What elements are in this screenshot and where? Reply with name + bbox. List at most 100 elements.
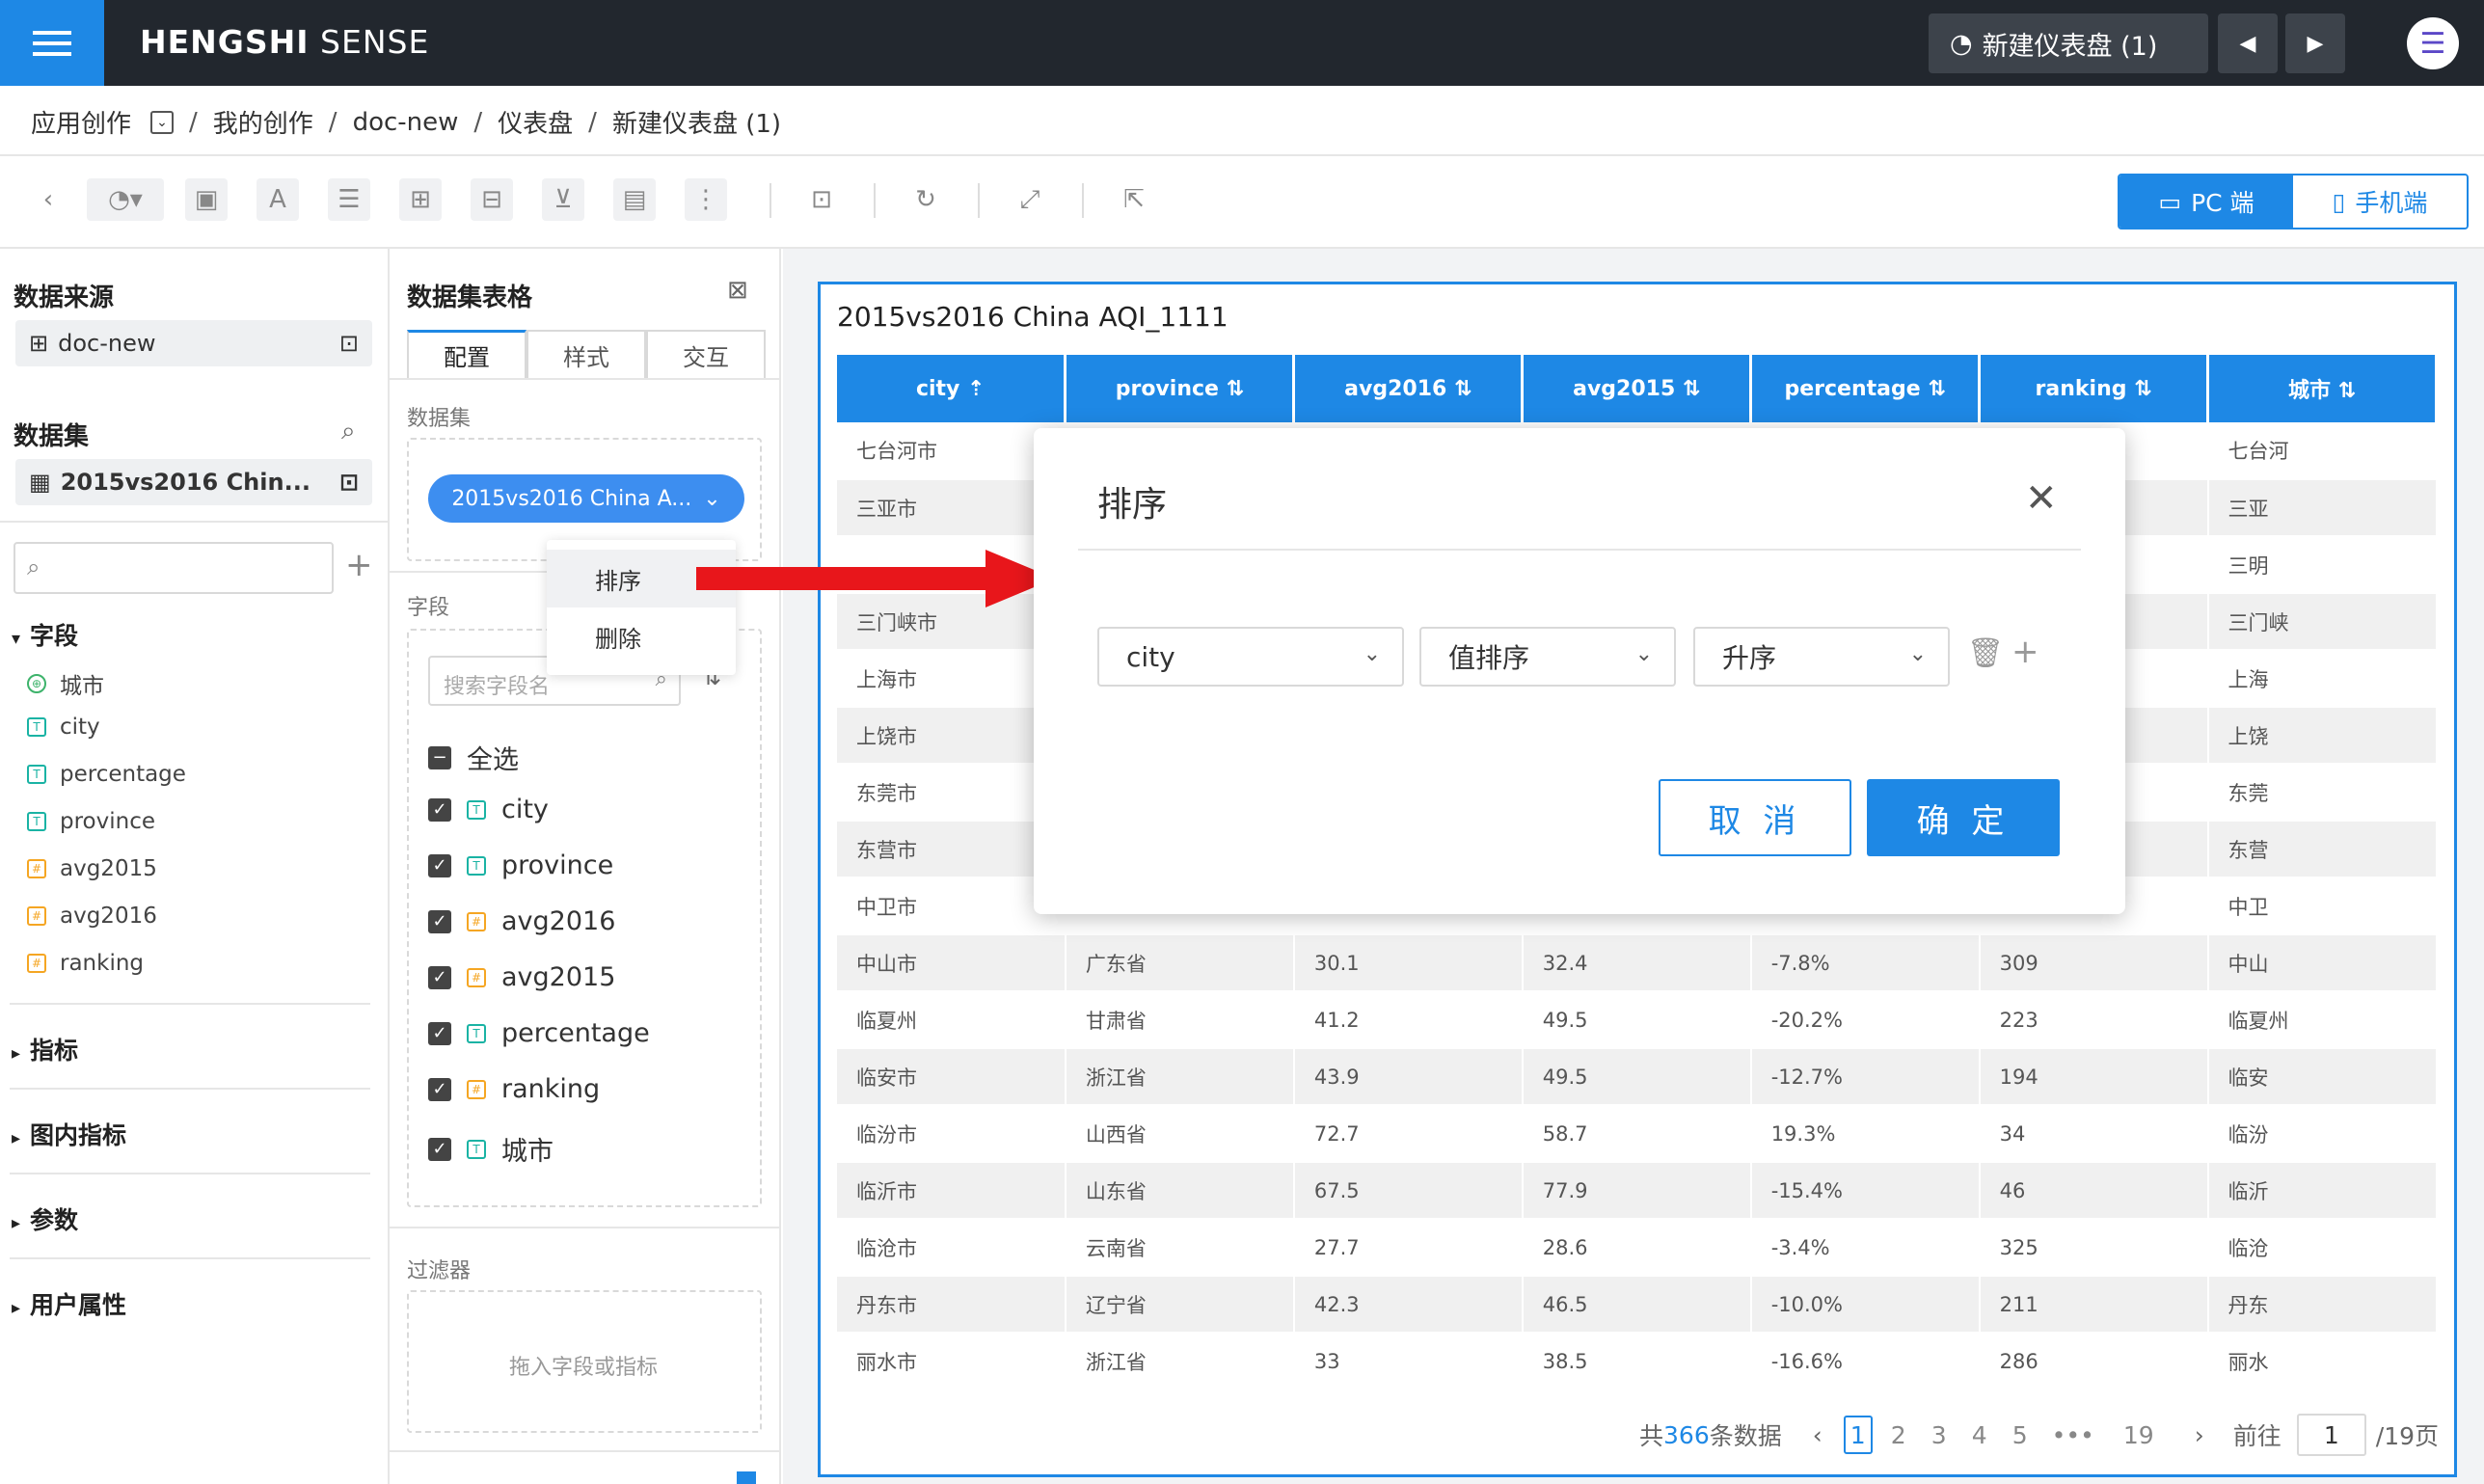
chart-add-icon[interactable]: ◔▾: [87, 178, 164, 221]
prev-dashboard-button[interactable]: ◀: [2218, 13, 2278, 73]
sort-icon[interactable]: ⇅: [2331, 379, 2356, 403]
search-icon[interactable]: ⌕: [341, 417, 356, 446]
phone-icon: ▯: [2332, 187, 2346, 216]
field-search-input[interactable]: ⌕: [14, 542, 334, 594]
select-all-checkbox[interactable]: − 全选: [428, 739, 519, 776]
column-header[interactable]: city ⇡: [837, 355, 1067, 422]
field-item[interactable]: Tprovince: [27, 809, 155, 834]
fields-group[interactable]: ▾ 字段: [12, 617, 78, 652]
open-icon[interactable]: ⊡: [339, 330, 359, 357]
breadcrumb-dashboards[interactable]: 仪表盘: [498, 104, 573, 140]
page-button[interactable]: 5: [2006, 1416, 2035, 1454]
image-icon[interactable]: ▣: [185, 178, 228, 221]
refresh-icon[interactable]: ↻: [904, 178, 947, 221]
pc-view-button[interactable]: ▭ PC 端: [2120, 175, 2293, 228]
present-icon[interactable]: ⊡: [800, 178, 843, 221]
filter-icon[interactable]: ⊻: [542, 178, 584, 221]
goto-page-input[interactable]: 1: [2296, 1414, 2366, 1456]
filter-label: 过滤器: [407, 1259, 472, 1283]
table-cell: 临沧: [2207, 1219, 2438, 1277]
excel-icon[interactable]: ⊠: [727, 276, 748, 305]
field-item[interactable]: # ranking: [27, 951, 144, 976]
page-button[interactable]: 2: [1884, 1416, 1913, 1454]
text-field-icon: T: [467, 1139, 486, 1159]
column-header[interactable]: province ⇅: [1065, 355, 1296, 422]
field-item[interactable]: Tpercentage: [27, 762, 186, 787]
tab-style[interactable]: 样式: [526, 330, 646, 378]
field-item[interactable]: Tcity: [27, 715, 100, 740]
cancel-button[interactable]: 取 消: [1659, 779, 1851, 856]
sort-field-select[interactable]: city ⌄: [1097, 627, 1404, 687]
checkbox-checked-icon: ✓: [428, 909, 451, 933]
page-button[interactable]: •••: [2046, 1416, 2100, 1454]
sort-icon[interactable]: ⇅: [1219, 377, 1244, 401]
text-icon[interactable]: A: [256, 178, 299, 221]
sort-icon[interactable]: ⇅: [1921, 377, 1945, 401]
field-checkbox[interactable]: ✓ # avg2015: [428, 962, 615, 992]
back-icon[interactable]: ‹: [27, 178, 69, 221]
confirm-button[interactable]: 确 定: [1867, 779, 2060, 856]
next-page-icon[interactable]: ›: [2195, 1421, 2204, 1449]
field-item[interactable]: # avg2015: [27, 856, 157, 881]
sort-method-select[interactable]: 值排序 ⌄: [1419, 627, 1676, 687]
sort-asc-icon[interactable]: ⇡: [959, 377, 985, 401]
component-icon[interactable]: ⊞: [399, 178, 442, 221]
table-icon[interactable]: ☰: [328, 178, 370, 221]
avatar[interactable]: ☰: [2407, 17, 2459, 69]
fullscreen-icon[interactable]: ⤢: [1009, 178, 1051, 221]
tab-interact[interactable]: 交互: [646, 330, 766, 378]
prev-page-icon[interactable]: ‹: [1813, 1421, 1822, 1449]
add-icon[interactable]: +: [2012, 633, 2039, 671]
menu-item-delete[interactable]: 删除: [547, 607, 736, 665]
mobile-view-button[interactable]: ▯ 手机端: [2293, 175, 2467, 228]
open-icon[interactable]: ⊡: [339, 469, 359, 496]
page-button[interactable]: 3: [1925, 1416, 1954, 1454]
group-params[interactable]: ▸ 参数: [12, 1201, 78, 1236]
sort-icon[interactable]: ⇅: [1675, 377, 1700, 401]
menu-button[interactable]: [0, 0, 104, 86]
next-dashboard-button[interactable]: ▶: [2285, 13, 2345, 73]
column-header[interactable]: avg2015 ⇅: [1522, 355, 1753, 422]
layout-icon[interactable]: ▤: [613, 178, 656, 221]
field-item[interactable]: # avg2016: [27, 904, 157, 929]
share-icon[interactable]: ⇱: [1113, 178, 1155, 221]
pagination: 共 366 条数据 ‹ 1 2 3 4 5 ••• 19 › 前往 1 /19页: [1639, 1414, 2439, 1456]
sort-icon[interactable]: ⇅: [1446, 377, 1472, 401]
sort-icon[interactable]: ⇅: [2127, 377, 2151, 401]
breadcrumb-app[interactable]: 应用创作: [31, 104, 131, 140]
breadcrumb-doc[interactable]: doc-new: [353, 108, 459, 137]
dashboard-switcher[interactable]: ◔ 新建仪表盘 (1): [1929, 13, 2208, 73]
close-icon[interactable]: ✕: [2025, 476, 2058, 521]
field-item[interactable]: ⊕ 城市: [27, 667, 104, 700]
page-button[interactable]: 4: [1965, 1416, 1994, 1454]
add-icon[interactable]: +: [345, 546, 373, 584]
field-checkbox[interactable]: ✓ Tpercentage: [428, 1018, 650, 1048]
group-inner-metrics[interactable]: ▸ 图内指标: [12, 1117, 126, 1151]
trash-icon[interactable]: 🗑: [1967, 636, 2004, 670]
column-header[interactable]: percentage ⇅: [1750, 355, 1982, 422]
field-checkbox[interactable]: ✓ # avg2016: [428, 906, 615, 936]
breadcrumb-mine[interactable]: 我的创作: [213, 104, 313, 140]
group-user-attrs[interactable]: ▸ 用户属性: [12, 1286, 126, 1321]
field-checkbox[interactable]: ✓ Tprovince: [428, 850, 613, 880]
column-header[interactable]: 城市 ⇅: [2207, 355, 2438, 422]
more-icon[interactable]: ⋮: [685, 178, 727, 221]
sort-order-select[interactable]: 升序 ⌄: [1693, 627, 1950, 687]
chevron-down-icon[interactable]: ⌄: [150, 110, 175, 134]
tab-config[interactable]: 配置: [407, 330, 526, 378]
add-icon[interactable]: [737, 1471, 756, 1484]
dataset-pill[interactable]: 2015vs2016 China A... ⌄: [428, 474, 744, 523]
field-checkbox[interactable]: ✓ T 城市: [428, 1130, 554, 1168]
source-chip[interactable]: ⊞ doc-new ⊡: [15, 320, 372, 366]
table-cell: 三亚: [2207, 479, 2438, 537]
column-header[interactable]: ranking ⇅: [1979, 355, 2210, 422]
field-checkbox[interactable]: ✓ # ranking: [428, 1074, 600, 1104]
page-button[interactable]: 19: [2112, 1416, 2166, 1454]
page-button[interactable]: 1: [1843, 1416, 1873, 1454]
control-icon[interactable]: ⊟: [471, 178, 513, 221]
dataset-chip[interactable]: ▦ 2015vs2016 Chin... ⊡: [15, 459, 372, 505]
group-metrics[interactable]: ▸ 指标: [12, 1032, 78, 1066]
table-cell: 77.9: [1522, 1162, 1752, 1220]
field-checkbox[interactable]: ✓ Tcity: [428, 795, 549, 824]
column-header[interactable]: avg2016 ⇅: [1293, 355, 1525, 422]
